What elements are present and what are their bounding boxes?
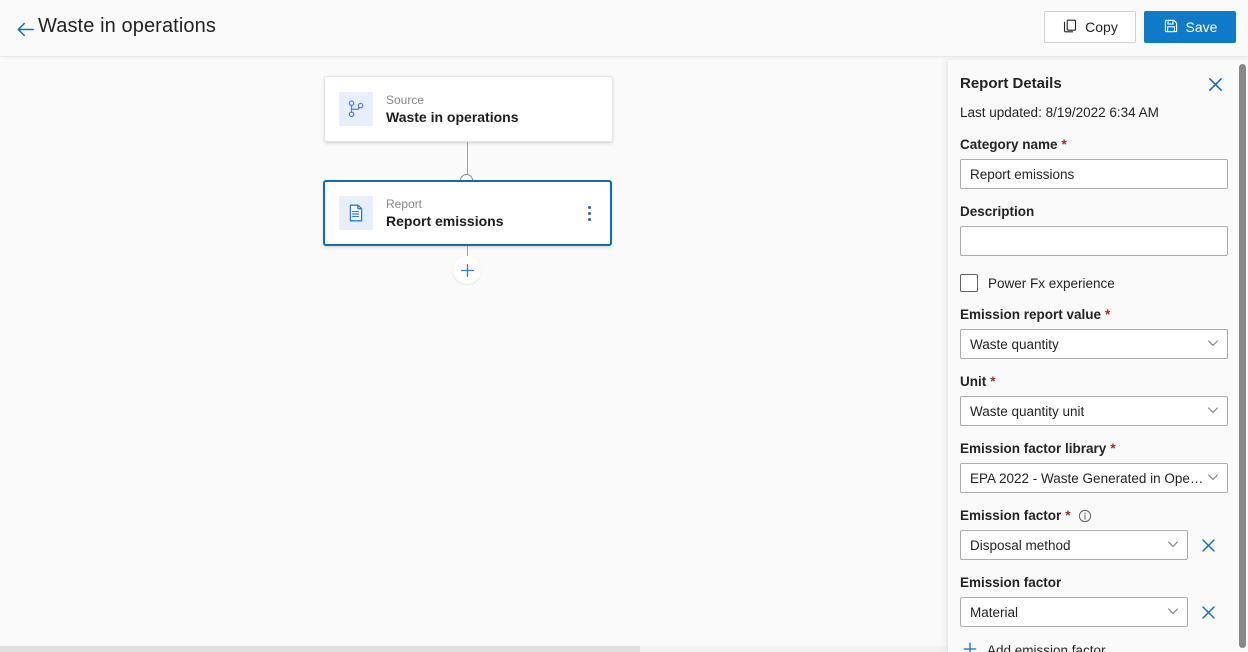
remove-emission-factor-1-button[interactable] bbox=[1197, 534, 1219, 556]
last-updated-text: Last updated: 8/19/2022 6:34 AM bbox=[960, 105, 1159, 120]
flow-node-report-kicker: Report bbox=[386, 196, 423, 211]
copy-icon bbox=[1062, 18, 1078, 37]
copy-button[interactable]: Copy bbox=[1044, 11, 1136, 43]
info-icon[interactable] bbox=[1078, 509, 1092, 523]
more-vertical-icon[interactable] bbox=[578, 200, 600, 226]
report-details-panel-content: Report Details Last updated: 8/19/2022 6… bbox=[960, 60, 1228, 652]
field-label-emission-factor-2: Emission factor bbox=[960, 574, 1226, 592]
emission-report-value-select[interactable]: Waste quantity bbox=[960, 329, 1228, 359]
required-asterisk: * bbox=[990, 374, 996, 389]
required-asterisk: * bbox=[1061, 137, 1067, 152]
top-bar-actions: Copy Save bbox=[1044, 11, 1236, 43]
remove-emission-factor-2-button[interactable] bbox=[1197, 601, 1219, 623]
add-emission-factor-label: Add emission factor bbox=[987, 643, 1106, 652]
panel-header: Report Details bbox=[960, 60, 1226, 95]
unit-selected: Waste quantity unit bbox=[970, 403, 1085, 419]
flow-node-report-title: Report emissions bbox=[386, 212, 504, 229]
field-label-emission-factor-2-text: Emission factor bbox=[960, 575, 1062, 590]
top-bar: Waste in operations Copy Save bbox=[0, 0, 1248, 56]
chevron-down-icon bbox=[1206, 470, 1220, 487]
plus-icon bbox=[460, 263, 474, 277]
page-title: Waste in operations bbox=[38, 15, 216, 37]
emission-factor-1-select[interactable]: Disposal method bbox=[960, 530, 1188, 560]
field-label-emission-report-value-text: Emission report value bbox=[960, 307, 1102, 322]
power-fx-label: Power Fx experience bbox=[988, 275, 1115, 291]
field-emission-factor-2: Emission factor Material bbox=[960, 574, 1226, 627]
power-fx-checkbox-row[interactable]: Power Fx experience bbox=[960, 274, 1226, 292]
field-label-emission-factor-1-text: Emission factor bbox=[960, 508, 1062, 523]
app-root: Waste in operations Copy Save Source Was… bbox=[0, 0, 1248, 652]
save-disk-icon bbox=[1163, 18, 1179, 37]
plus-icon bbox=[962, 641, 978, 652]
emission-factor-2-row: Material bbox=[960, 597, 1226, 627]
add-emission-factor-button[interactable]: Add emission factor bbox=[960, 641, 1226, 652]
close-icon bbox=[1201, 605, 1215, 619]
close-icon bbox=[1201, 538, 1215, 552]
save-button[interactable]: Save bbox=[1144, 11, 1236, 43]
required-asterisk: * bbox=[1105, 307, 1111, 322]
required-asterisk: * bbox=[1110, 441, 1116, 456]
emission-report-value-selected: Waste quantity bbox=[970, 336, 1059, 352]
emission-factor-1-row: Disposal method bbox=[960, 530, 1226, 560]
field-label-unit-text: Unit bbox=[960, 374, 987, 389]
field-label-emission-factor-library-text: Emission factor library bbox=[960, 441, 1107, 456]
canvas-scrollbar-thumb[interactable] bbox=[0, 646, 640, 652]
description-input[interactable] bbox=[960, 226, 1228, 256]
document-report-icon bbox=[339, 196, 373, 230]
panel-title: Report Details bbox=[960, 75, 1062, 92]
canvas-horizontal-scrollbar[interactable] bbox=[0, 646, 948, 652]
field-label-emission-report-value: Emission report value * bbox=[960, 306, 1226, 324]
field-label-emission-factor-library: Emission factor library * bbox=[960, 440, 1226, 458]
flow-node-source-kicker: Source bbox=[386, 92, 425, 107]
panel-vertical-scrollbar[interactable] bbox=[1239, 64, 1246, 648]
emission-factor-2-select[interactable]: Material bbox=[960, 597, 1188, 627]
emission-factor-library-selected: EPA 2022 - Waste Generated in Opera... bbox=[970, 470, 1206, 486]
flow-canvas[interactable]: Source Waste in operations Report Report… bbox=[0, 56, 948, 652]
field-label-description-text: Description bbox=[960, 204, 1035, 219]
emission-factor-1-selected: Disposal method bbox=[970, 537, 1071, 553]
emission-factor-library-select[interactable]: EPA 2022 - Waste Generated in Opera... bbox=[960, 463, 1228, 493]
field-category-name: Category name * Report emissions bbox=[960, 136, 1228, 189]
power-fx-checkbox[interactable] bbox=[960, 274, 978, 292]
unit-select[interactable]: Waste quantity unit bbox=[960, 396, 1228, 426]
field-label-unit: Unit * bbox=[960, 373, 1226, 391]
category-name-value: Report emissions bbox=[970, 166, 1075, 182]
chevron-down-icon bbox=[1166, 604, 1180, 621]
category-name-input[interactable]: Report emissions bbox=[960, 159, 1228, 189]
branch-fork-icon bbox=[339, 92, 373, 126]
field-emission-report-value: Emission report value * Waste quantity bbox=[960, 306, 1228, 359]
flow-node-report[interactable]: Report Report emissions bbox=[323, 180, 612, 246]
flow-node-source-title: Waste in operations bbox=[386, 108, 519, 125]
flow-node-source[interactable]: Source Waste in operations bbox=[324, 76, 613, 142]
flow-node-report-text: Report Report emissions bbox=[386, 196, 503, 231]
save-button-label: Save bbox=[1185, 19, 1218, 35]
report-details-panel: Report Details Last updated: 8/19/2022 6… bbox=[948, 60, 1248, 652]
copy-button-label: Copy bbox=[1085, 19, 1118, 35]
add-step-button[interactable] bbox=[453, 256, 481, 284]
field-label-emission-factor-1: Emission factor * bbox=[960, 507, 1226, 525]
field-label-category-name: Category name * bbox=[960, 136, 1226, 154]
chevron-down-icon bbox=[1206, 336, 1220, 353]
field-emission-factor-1: Emission factor * Disposal method bbox=[960, 507, 1226, 560]
emission-factor-2-selected: Material bbox=[970, 604, 1019, 620]
close-icon[interactable] bbox=[1204, 73, 1226, 95]
field-label-description: Description bbox=[960, 203, 1226, 221]
arrow-left-icon[interactable] bbox=[12, 16, 38, 42]
flow-node-source-text: Source Waste in operations bbox=[386, 92, 519, 127]
required-asterisk: * bbox=[1065, 508, 1071, 523]
field-emission-factor-library: Emission factor library * EPA 2022 - Was… bbox=[960, 440, 1228, 493]
chevron-down-icon bbox=[1166, 537, 1180, 554]
field-unit: Unit * Waste quantity unit bbox=[960, 373, 1228, 426]
field-description: Description bbox=[960, 203, 1228, 256]
field-label-category-name-text: Category name bbox=[960, 137, 1058, 152]
chevron-down-icon bbox=[1206, 403, 1220, 420]
